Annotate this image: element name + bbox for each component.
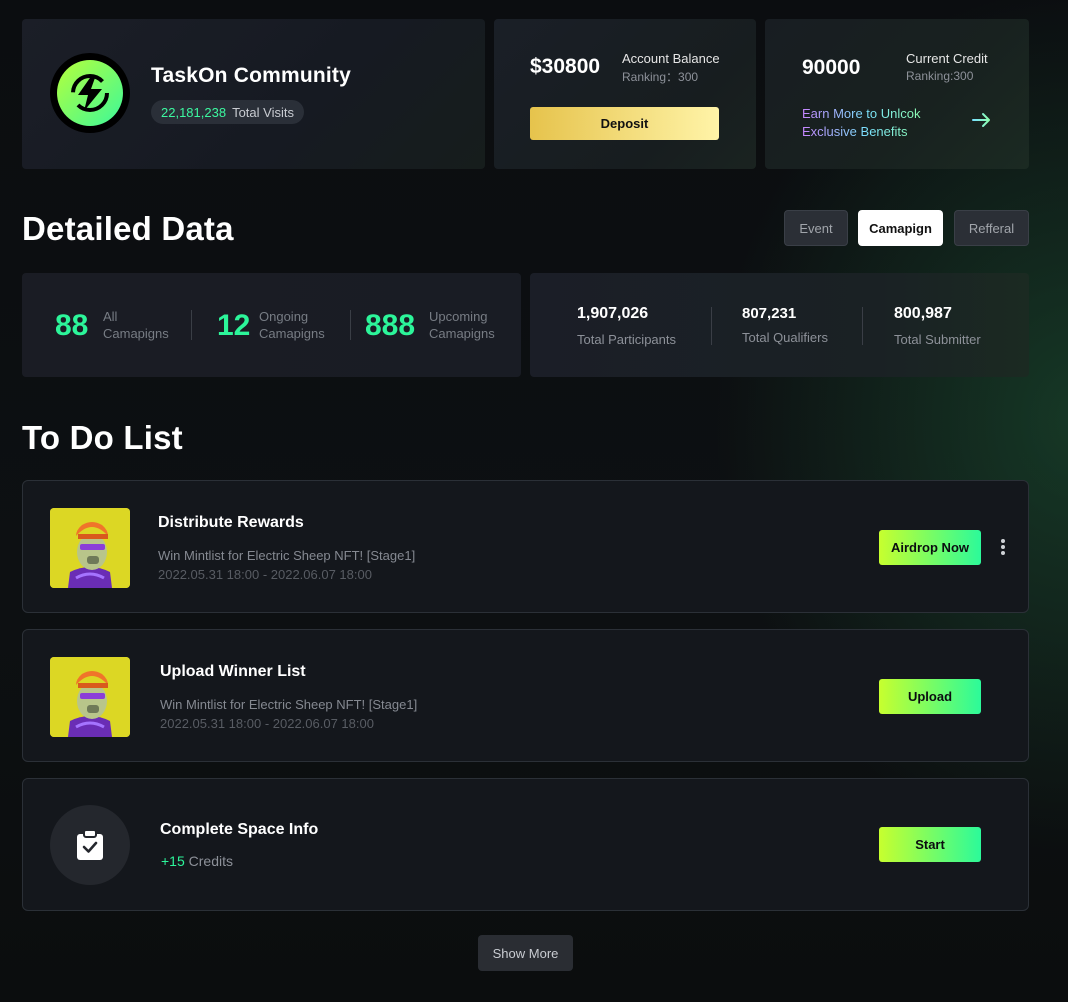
upcoming-campaigns-label: Upcoming Camapigns [429,309,495,341]
total-qualifiers-value: 807,231 [742,305,797,322]
total-submitter-value: 800,987 [894,305,952,322]
airdrop-now-button[interactable]: Airdrop Now [879,530,981,565]
todo-subtitle: Win Mintlist for Electric Sheep NFT! [St… [160,697,418,712]
todo-item-complete-space-info: Complete Space Info +15 Credits Start [22,778,1029,911]
balance-label: Account Balance [622,51,720,66]
tab-event[interactable]: Event [784,210,848,246]
nft-thumbnail [50,508,130,588]
all-campaigns-count: 88 [55,309,89,342]
community-card: TaskOn Community 22,181,238 Total Visits [22,19,485,169]
divider [191,310,192,340]
todo-title: Upload Winner List [160,663,306,680]
total-participants-label: Total Participants [577,332,676,347]
participant-stats-panel: 1,907,026 Total Participants 807,231 Tot… [530,273,1029,377]
community-name: TaskOn Community [151,64,352,87]
credit-label: Current Credit [906,51,988,66]
todo-title: Complete Space Info [160,821,319,838]
total-submitter-label: Total Submitter [894,332,981,347]
all-campaigns-label: All Camapigns [103,309,169,341]
account-balance-card: $30800 Account Balance Ranking：300 Depos… [494,19,756,169]
todo-title: Distribute Rewards [158,514,304,531]
tab-referral[interactable]: Refferal [954,210,1029,246]
balance-amount: $30800 [530,55,601,78]
todo-date: 2022.05.31 18:00 - 2022.06.07 18:00 [160,716,374,731]
upload-button[interactable]: Upload [879,679,981,714]
todo-subtitle: Win Mintlist for Electric Sheep NFT! [St… [158,548,416,563]
campaign-stats-panel: 88 All Camapigns 12 Ongoing Camapigns 888 … [22,273,521,377]
todo-item-distribute-rewards: Distribute Rewards Win Mintlist for Elec… [22,480,1029,613]
nft-thumbnail [50,657,130,737]
divider [350,310,351,340]
earn-line-2: Exclusive Benefits [802,124,908,139]
todo-list-title: To Do List [22,419,183,456]
upcoming-campaigns-count: 888 [365,309,416,342]
visits-count: 22,181,238 [161,104,227,120]
visits-label: Total Visits [232,104,294,120]
credits-reward: +15 Credits [161,853,233,869]
credit-ranking: Ranking:300 [906,69,974,83]
lightning-bolt-icon [71,74,109,112]
credits-plus: +15 [161,853,185,869]
ongoing-campaigns-count: 12 [217,309,251,342]
ape-avatar-icon [50,657,130,737]
divider [711,307,712,345]
community-logo [50,53,130,133]
current-credit-card: 90000 Current Credit Ranking:300 Earn Mo… [765,19,1029,169]
credits-label: Credits [188,853,233,869]
earn-line-1: Earn More to Unlcok [802,106,921,121]
balance-ranking: Ranking：300 [622,70,699,84]
tab-campaign[interactable]: Camapign [858,210,943,246]
clipboard-check-icon [77,829,103,860]
ape-avatar-icon [50,508,130,588]
total-participants-value: 1,907,026 [577,305,649,322]
total-qualifiers-label: Total Qualifiers [742,330,828,345]
ongoing-campaigns-label: Ongoing Camapigns [259,309,325,341]
earn-more-link[interactable]: Earn More to Unlcok Exclusive Benefits [802,105,921,141]
todo-date: 2022.05.31 18:00 - 2022.06.07 18:00 [158,567,372,582]
space-info-icon-circle [50,805,130,885]
more-options-icon[interactable] [999,539,1007,557]
arrow-right-icon[interactable] [971,111,993,129]
start-button[interactable]: Start [879,827,981,862]
divider [862,307,863,345]
credit-amount: 90000 [802,56,861,79]
visits-badge: 22,181,238 Total Visits [151,100,304,124]
deposit-button[interactable]: Deposit [530,107,719,140]
show-more-button[interactable]: Show More [478,935,573,971]
todo-item-upload-winner-list: Upload Winner List Win Mintlist for Elec… [22,629,1029,762]
detailed-data-title: Detailed Data [22,210,234,247]
